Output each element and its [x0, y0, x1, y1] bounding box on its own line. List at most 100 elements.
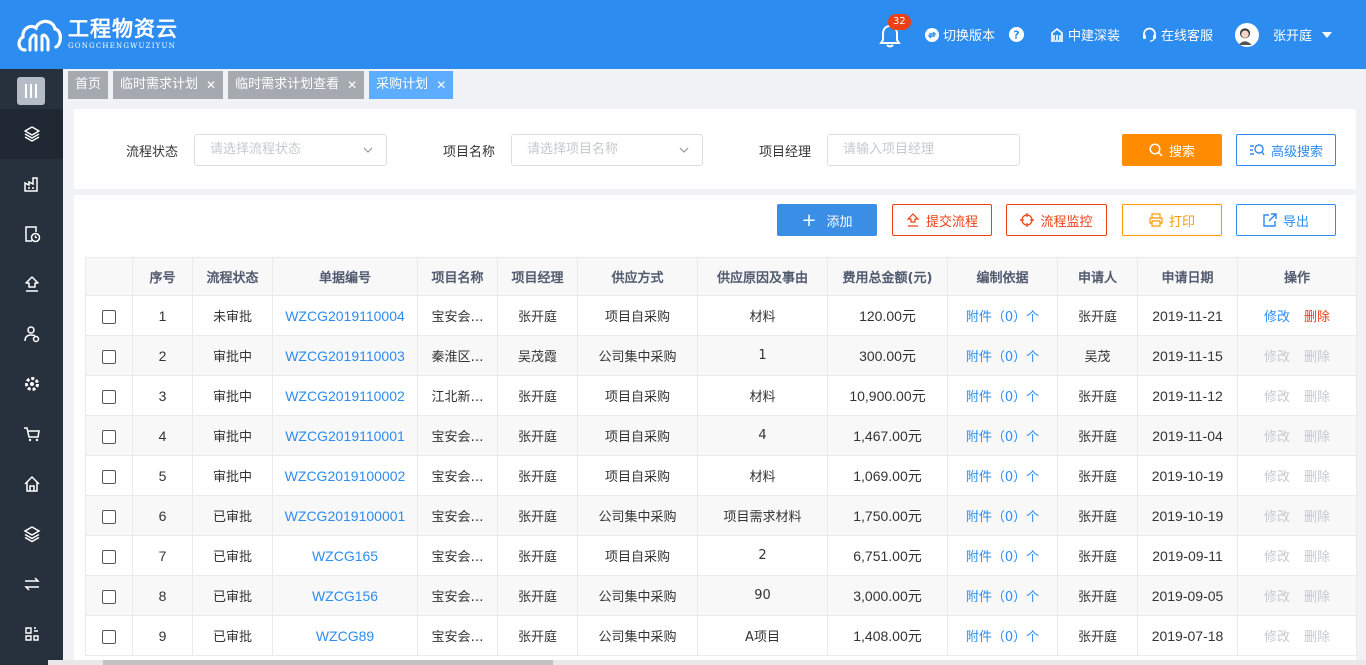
edit-link[interactable]: 修改	[1264, 390, 1290, 405]
logo[interactable]: 工程物资云 GONGCHENGWUZIYUN	[16, 14, 178, 54]
user-settings-icon[interactable]	[0, 309, 63, 359]
delete-link[interactable]: 删除	[1304, 350, 1330, 365]
project-select[interactable]: 请选择项目名称	[511, 134, 703, 166]
column-header: 供应原因及事由	[697, 257, 828, 296]
table-row[interactable]: 9 已审批 WZCG89 宝安会… 张开庭 公司集中采购 A项目 1,408.00元 附件（0）…	[85, 615, 1357, 656]
edit-link[interactable]: 修改	[1264, 310, 1290, 325]
delete-link[interactable]: 删除	[1304, 310, 1330, 325]
attachment-link[interactable]: 附件（0）个	[966, 470, 1039, 485]
document-code-link[interactable]: WZCG165	[312, 548, 378, 564]
attachment-link[interactable]: 附件（0）个	[966, 630, 1039, 645]
document-code-link[interactable]: WZCG156	[312, 588, 378, 604]
row-checkbox[interactable]	[102, 349, 116, 364]
edit-link[interactable]: 修改	[1264, 630, 1290, 645]
online-service-link[interactable]: 在线客服	[1142, 25, 1213, 44]
document-code-link[interactable]: WZCG89	[316, 628, 374, 644]
manager-input[interactable]: 请输入项目经理	[827, 134, 1020, 166]
switch-version-link[interactable]: 切换版本	[924, 25, 995, 44]
delete-link[interactable]: 删除	[1304, 430, 1330, 445]
cell-actions: 修改 删除	[1237, 495, 1357, 536]
attachment-link[interactable]: 附件（0）个	[966, 510, 1039, 525]
close-icon[interactable]: ✕	[206, 71, 216, 99]
delete-link[interactable]: 删除	[1304, 550, 1330, 565]
delete-link[interactable]: 删除	[1304, 390, 1330, 405]
table-row[interactable]: 1 未审批 WZCG2019110004 宝安会… 张开庭 项目自采购 材料 120.00元附…	[85, 295, 1357, 336]
row-checkbox[interactable]	[102, 589, 116, 604]
row-checkbox[interactable]	[102, 509, 116, 524]
gear-icon[interactable]	[0, 359, 63, 409]
menu-toggle-icon[interactable]	[17, 77, 45, 105]
edit-link[interactable]: 修改	[1264, 430, 1290, 445]
layers-icon[interactable]	[0, 109, 63, 159]
process-monitor-button[interactable]: 流程监控	[1006, 204, 1107, 236]
transfer-icon[interactable]	[0, 559, 63, 609]
edit-link[interactable]: 修改	[1264, 590, 1290, 605]
row-checkbox[interactable]	[102, 629, 116, 644]
horizontal-scrollbar[interactable]	[48, 660, 1366, 665]
cell-supply-method: 公司集中采购	[577, 575, 698, 616]
table-row[interactable]: 2 审批中 WZCG2019110003 秦淮区… 吴茂霞 公司集中采购 1 300.00元 附…	[85, 335, 1357, 376]
attachment-link[interactable]: 附件（0）个	[966, 550, 1039, 565]
table-row[interactable]: 5 审批中 WZCG2019100002 宝安会… 张开庭 项目自采购 材料 1,069.00…	[85, 455, 1357, 496]
document-code-link[interactable]: WZCG2019100001	[285, 508, 406, 524]
delete-link[interactable]: 删除	[1304, 630, 1330, 645]
status-select[interactable]: 请选择流程状态	[194, 134, 387, 166]
grid-icon[interactable]	[0, 609, 63, 659]
document-code-link[interactable]: WZCG2019100002	[285, 468, 406, 484]
stack-icon[interactable]	[0, 509, 63, 559]
tab-temp-demand-plan[interactable]: 临时需求计划 ✕	[113, 71, 224, 99]
scrollbar-thumb[interactable]	[103, 660, 553, 665]
document-code-link[interactable]: WZCG2019110001	[285, 428, 405, 444]
add-button[interactable]: + 添加	[777, 204, 877, 236]
cell-applicant: 张开庭	[1057, 535, 1138, 576]
table-row[interactable]: 8 已审批 WZCG156 宝安会… 张开庭 公司集中采购 90 3,000.00元 附件（0）…	[85, 575, 1357, 616]
cell-actions: 修改 删除	[1237, 535, 1357, 576]
table-row[interactable]: 4 审批中 WZCG2019110001 宝安会… 张开庭 项目自采购 4 1,467.00元…	[85, 415, 1357, 456]
print-button[interactable]: 打印	[1122, 204, 1222, 236]
company-link[interactable]: 中建深装	[1050, 25, 1120, 44]
factory-icon[interactable]	[0, 159, 63, 209]
document-code-link[interactable]: WZCG2019110003	[285, 348, 405, 364]
row-checkbox[interactable]	[102, 469, 116, 484]
row-checkbox[interactable]	[102, 429, 116, 444]
submit-process-button[interactable]: 提交流程	[892, 204, 992, 236]
table-row[interactable]: 3 审批中 WZCG2019110002 江北新… 张开庭 项目自采购 材料 10,900.0…	[85, 375, 1357, 416]
cell-date: 2019-11-21	[1137, 295, 1238, 336]
tab-purchase-plan[interactable]: 采购计划 ✕	[369, 71, 454, 99]
document-code-link[interactable]: WZCG2019110004	[285, 308, 405, 324]
attachment-link[interactable]: 附件（0）个	[966, 350, 1039, 365]
edit-link[interactable]: 修改	[1264, 510, 1290, 525]
close-icon[interactable]: ✕	[347, 71, 357, 99]
cell-project: 宝安会…	[417, 295, 498, 336]
document-code-link[interactable]: WZCG2019110002	[285, 388, 405, 404]
search-button[interactable]: 搜索	[1122, 134, 1222, 166]
notification-bell[interactable]: 32	[877, 13, 911, 48]
tab-home[interactable]: 首页	[68, 71, 109, 99]
column-header: 操作	[1237, 257, 1357, 296]
advanced-search-button[interactable]: 高级搜索	[1236, 134, 1336, 166]
delete-link[interactable]: 删除	[1304, 510, 1330, 525]
edit-link[interactable]: 修改	[1264, 550, 1290, 565]
attachment-link[interactable]: 附件（0）个	[966, 390, 1039, 405]
row-checkbox[interactable]	[102, 309, 116, 324]
edit-link[interactable]: 修改	[1264, 350, 1290, 365]
attachment-link[interactable]: 附件（0）个	[966, 590, 1039, 605]
close-icon[interactable]: ✕	[436, 71, 446, 99]
help-button[interactable]: ?	[1008, 27, 1028, 42]
attachment-link[interactable]: 附件（0）个	[966, 310, 1039, 325]
tab-temp-demand-plan-view[interactable]: 临时需求计划查看 ✕	[228, 71, 365, 99]
attachment-link[interactable]: 附件（0）个	[966, 430, 1039, 445]
export-button[interactable]: 导出	[1236, 204, 1336, 236]
cart-icon[interactable]	[0, 409, 63, 459]
delete-link[interactable]: 删除	[1304, 590, 1330, 605]
user-menu[interactable]: 张开庭	[1234, 22, 1336, 47]
home-icon[interactable]	[0, 459, 63, 509]
clock-document-icon[interactable]	[0, 209, 63, 259]
table-row[interactable]: 7 已审批 WZCG165 宝安会… 张开庭 项目自采购 2 6,751.00元 附件（0）个张…	[85, 535, 1357, 576]
delete-link[interactable]: 删除	[1304, 470, 1330, 485]
row-checkbox[interactable]	[102, 549, 116, 564]
row-checkbox[interactable]	[102, 389, 116, 404]
table-row[interactable]: 6 已审批 WZCG2019100001 宝安会… 张开庭 公司集中采购 项目需求材料 1,7…	[85, 495, 1357, 536]
upload-icon[interactable]	[0, 259, 63, 309]
edit-link[interactable]: 修改	[1264, 470, 1290, 485]
